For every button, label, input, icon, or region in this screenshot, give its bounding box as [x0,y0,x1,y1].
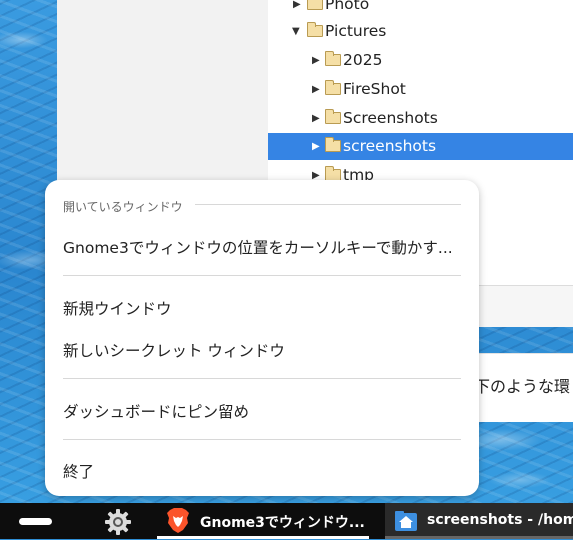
tree-item-screenshots-selected[interactable]: ▶ screenshots [268,133,573,160]
tree-item-label: Screenshots [343,109,438,127]
show-apps-button[interactable] [0,503,67,539]
taskbar-files-window[interactable]: screenshots - /home/ [385,503,573,539]
tree-item-label: screenshots [343,137,437,155]
taskbar: Gnome3でウィンドウ... screenshots - /home/ [0,503,573,539]
menu-item-new-incognito-window[interactable]: 新しいシークレット ウィンドウ [63,339,285,361]
folder-icon [325,51,341,66]
expand-arrow-icon[interactable]: ▶ [312,47,320,74]
taskbar-brave-label: Gnome3でウィンドウ... [200,515,365,531]
tree-item-photo[interactable]: ▶ Photo [268,0,573,18]
tree-item-screenshots-upper[interactable]: ▶ Screenshots [268,105,573,132]
taskbar-files-label: screenshots - /home/ [427,512,573,528]
tree-item-label: Photo [325,0,370,13]
folder-icon [325,137,341,152]
open-windows-heading: 開いているウィンドウ [63,200,183,214]
menu-item-new-window[interactable]: 新規ウインドウ [63,297,172,319]
tree-item-pictures[interactable]: ▼ Pictures [268,18,573,45]
expand-arrow-icon[interactable]: ▶ [312,105,320,132]
menu-item-open-window[interactable]: Gnome3でウィンドウの位置をカーソルキーで動かす... [63,236,453,258]
tree-item-label: FireShot [343,80,406,98]
tree-item-fireshot[interactable]: ▶ FireShot [268,76,573,103]
home-folder-icon [395,511,417,531]
menu-item-pin-to-dash[interactable]: ダッシュボードにピン留め [63,400,249,422]
gear-icon [105,509,131,535]
settings-button[interactable] [101,508,135,536]
folder-icon [307,0,323,10]
menu-item-quit[interactable]: 終了 [63,460,94,482]
folder-icon [307,22,323,37]
tree-item-2025[interactable]: ▶ 2025 [268,47,573,74]
taskbar-brave-window[interactable]: Gnome3でウィンドウ... [157,503,369,539]
menu-separator [63,275,461,276]
document-text: 下のような環 [474,377,571,396]
apps-pill-icon [19,518,52,525]
expand-arrow-icon[interactable]: ▶ [312,133,320,160]
dock-context-menu: 開いているウィンドウ Gnome3でウィンドウの位置をカーソルキーで動かす...… [45,180,479,496]
collapse-arrow-icon[interactable]: ▼ [292,18,300,45]
menu-separator [63,378,461,379]
folder-icon [325,109,341,124]
expand-arrow-icon[interactable]: ▶ [312,76,320,103]
brave-lion-icon [167,508,189,533]
tree-item-label: Pictures [325,22,387,40]
expand-arrow-icon[interactable]: ▶ [293,0,301,18]
tree-item-label: 2025 [343,51,383,69]
heading-divider [195,204,461,205]
browser-window-left: ••• [57,0,317,190]
folder-icon [325,80,341,95]
menu-separator [63,439,461,440]
